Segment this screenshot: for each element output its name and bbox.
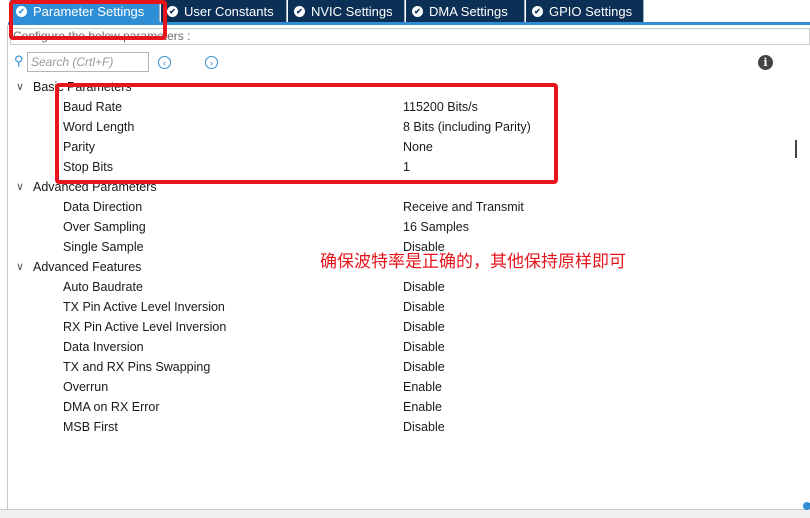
param-value[interactable]: Disable xyxy=(403,417,445,437)
check-circle-icon: ✔ xyxy=(532,5,543,17)
highlight-box-active-tab xyxy=(9,0,167,40)
previous-match-icon[interactable]: ‹ xyxy=(158,56,171,69)
highlight-box-basic-parameters xyxy=(55,83,558,184)
param-name: RX Pin Active Level Inversion xyxy=(63,320,227,334)
param-name: Data Direction xyxy=(63,200,143,214)
param-value[interactable]: Disable xyxy=(403,337,445,357)
param-row-data-direction[interactable]: Data Direction Receive and Transmit xyxy=(0,197,810,217)
info-icon[interactable]: i xyxy=(758,55,773,70)
tab-dma-settings[interactable]: ✔ DMA Settings xyxy=(406,0,525,22)
chevron-down-icon[interactable]: ∨ xyxy=(16,257,24,277)
param-name: MSB First xyxy=(63,420,118,434)
search-icon: ⚲ xyxy=(14,53,24,68)
tab-label: DMA Settings xyxy=(429,3,508,19)
status-dot-icon xyxy=(803,502,810,510)
param-value[interactable]: Disable xyxy=(403,357,445,377)
param-name: Over Sampling xyxy=(63,220,146,234)
check-circle-icon: ✔ xyxy=(294,5,305,17)
next-match-icon[interactable]: › xyxy=(205,56,218,69)
check-circle-icon: ✔ xyxy=(412,5,423,17)
param-value[interactable]: Enable xyxy=(403,397,442,417)
param-value[interactable]: Disable xyxy=(403,317,445,337)
param-value[interactable]: Disable xyxy=(403,297,445,317)
tab-label: GPIO Settings xyxy=(549,3,633,19)
param-value[interactable]: Receive and Transmit xyxy=(403,197,524,217)
param-row-tx-pin-inversion[interactable]: TX Pin Active Level Inversion Disable xyxy=(0,297,810,317)
search-input[interactable]: Search (Crtl+F) xyxy=(27,52,149,72)
tab-user-constants[interactable]: ✔ User Constants xyxy=(161,0,287,22)
param-row-msb-first[interactable]: MSB First Disable xyxy=(0,417,810,437)
param-name: DMA on RX Error xyxy=(63,400,160,414)
param-name: TX and RX Pins Swapping xyxy=(63,360,211,374)
param-value[interactable]: Enable xyxy=(403,377,442,397)
param-name: Auto Baudrate xyxy=(63,280,143,294)
param-name: TX Pin Active Level Inversion xyxy=(63,300,225,314)
param-name: Overrun xyxy=(63,380,109,394)
tab-label: NVIC Settings xyxy=(311,3,393,19)
param-row-pins-swapping[interactable]: TX and RX Pins Swapping Disable xyxy=(0,357,810,377)
tab-gpio-settings[interactable]: ✔ GPIO Settings xyxy=(526,0,644,22)
param-row-dma-on-rx-error[interactable]: DMA on RX Error Enable xyxy=(0,397,810,417)
chevron-down-icon[interactable]: ∨ xyxy=(16,177,24,197)
param-row-auto-baudrate[interactable]: Auto Baudrate Disable xyxy=(0,277,810,297)
param-row-overrun[interactable]: Overrun Enable xyxy=(0,377,810,397)
splitter-handle[interactable] xyxy=(795,140,797,158)
chevron-down-icon[interactable]: ∨ xyxy=(16,77,24,97)
param-row-data-inversion[interactable]: Data Inversion Disable xyxy=(0,337,810,357)
param-value[interactable]: 16 Samples xyxy=(403,217,469,237)
param-value[interactable]: Disable xyxy=(403,277,445,297)
tab-label: User Constants xyxy=(184,3,274,19)
param-name: Data Inversion xyxy=(63,340,144,354)
param-name: Single Sample xyxy=(63,240,144,254)
group-label: Advanced Features xyxy=(33,260,142,274)
check-circle-icon: ✔ xyxy=(167,5,178,17)
param-row-over-sampling[interactable]: Over Sampling 16 Samples xyxy=(0,217,810,237)
param-row-rx-pin-inversion[interactable]: RX Pin Active Level Inversion Disable xyxy=(0,317,810,337)
tab-nvic-settings[interactable]: ✔ NVIC Settings xyxy=(288,0,405,22)
annotation-text: 确保波特率是正确的，其他保持原样即可 xyxy=(320,252,626,272)
